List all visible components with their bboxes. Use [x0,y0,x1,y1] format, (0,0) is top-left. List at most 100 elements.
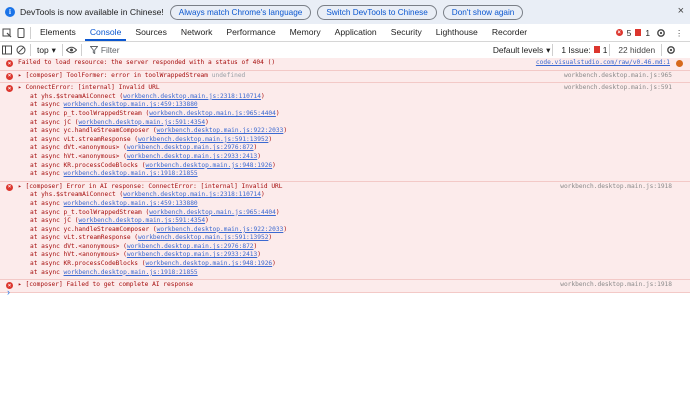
stack-frame: at async p_t.toolWrappedStream (workbenc… [0,209,690,218]
stack-frame-text: at async p_t.toolWrappedStream ( [30,109,150,117]
stack-frame-link[interactable]: workbench.desktop.main.js:1918:21855 [64,269,198,276]
message-source[interactable]: workbench.desktop.main.js:1918 [560,183,672,190]
expand-arrow-icon[interactable]: ▸ [18,281,22,288]
stack-frame: at async hVt.<anonymous> (workbench.desk… [0,153,690,162]
stack-frame-link[interactable]: workbench.desktop.main.js:591:13952 [138,136,268,143]
console-message-ai-response-error: × ▸ [composer] Error in AI response: Con… [0,181,690,281]
stack-frame-text: at async hVt.<anonymous> ( [30,152,127,160]
tab-lighthouse[interactable]: Lighthouse [429,24,485,41]
expand-arrow-icon[interactable]: ▸ [18,183,22,190]
console-prompt-chevron-icon[interactable]: › [7,287,10,297]
stack-frame-link[interactable]: workbench.desktop.main.js:922:2033 [157,226,284,233]
tab-security[interactable]: Security [384,24,429,41]
stack-frame-link[interactable]: workbench.desktop.main.js:948:1926 [145,260,272,267]
context-value: top [37,44,49,55]
message-source[interactable]: workbench.desktop.main.js:591 [564,84,672,91]
filter-input[interactable]: Filter [89,44,485,55]
stack-frame-text: at async dVt.<anonymous> ( [30,144,127,152]
stack-frame-link[interactable]: workbench.desktop.main.js:459:133880 [64,200,198,207]
message-text: [composer] Error in AI response: Connect… [25,182,283,190]
issues-button[interactable]: 1 Issue: 1 [561,45,607,55]
expand-arrow-icon[interactable]: ▸ [18,72,22,79]
stack-frame-text: at async jC ( [30,217,79,225]
stack-frame-text: at async KR.processCodeBlocks ( [30,161,146,169]
stack-frame: at async dVt.<anonymous> (workbench.desk… [0,144,690,153]
tab-performance[interactable]: Performance [219,24,282,41]
stack-frame-link[interactable]: workbench.desktop.main.js:591:4354 [78,217,205,224]
stack-frame: at async workbench.desktop.main.js:459:1… [0,101,690,110]
log-levels-value: Default levels [492,44,544,55]
stack-frame: at async p_t.toolWrappedStream (workbenc… [0,110,690,119]
dont-show-again-button[interactable]: Don't show again [442,4,524,20]
tab-console[interactable]: Console [83,24,129,41]
console-message-404: × Failed to load resource: the server re… [0,58,690,71]
stack-frame-link[interactable]: workbench.desktop.main.js:459:133880 [64,101,198,108]
stack-frame-text: ) [272,161,276,169]
stack-frame-link[interactable]: workbench.desktop.main.js:2933:2413 [127,153,257,160]
toolbar-divider [80,43,82,56]
stack-frame-text: at async [30,199,64,207]
message-source[interactable]: workbench.desktop.main.js:1918 [560,281,672,288]
stack-trace: at yhs.$streamAiConnect (workbench.deskt… [0,191,690,277]
close-icon[interactable]: × [678,5,684,17]
stack-frame: at async KR.processCodeBlocks (workbench… [0,162,690,171]
stack-frame-text: ) [283,127,288,135]
issue-count[interactable]: 1 [645,28,650,38]
console-settings-gear-icon[interactable] [664,43,678,57]
console-messages: × Failed to load resource: the server re… [0,58,690,293]
always-match-language-button[interactable]: Always match Chrome's language [169,4,312,20]
stack-frame-text: ) [205,118,209,126]
live-expression-eye-icon[interactable] [65,43,79,57]
stack-frame: at async vLt.streamResponse (workbench.d… [0,234,690,243]
stack-trace: at yhs.$streamAiConnect (workbench.deskt… [0,93,690,179]
stack-frame-link[interactable]: workbench.desktop.main.js:2976:872 [127,144,254,151]
stack-frame-link[interactable]: workbench.desktop.main.js:591:4354 [78,119,205,126]
stack-frame-link[interactable]: workbench.desktop.main.js:965:4404 [149,209,276,216]
message-source[interactable]: workbench.desktop.main.js:965 [564,72,672,79]
filter-placeholder: Filter [100,44,120,55]
stack-frame-link[interactable]: workbench.desktop.main.js:2976:872 [127,243,254,250]
clear-console-icon[interactable] [14,43,28,57]
sidebar-toggle-icon[interactable] [0,43,14,57]
stack-frame-link[interactable]: workbench.desktop.main.js:2933:2413 [127,251,257,258]
inspect-element-icon[interactable] [0,26,14,40]
stack-frame-link[interactable]: workbench.desktop.main.js:922:2033 [157,127,284,134]
toolbar-divider [661,43,663,56]
tab-memory[interactable]: Memory [283,24,328,41]
tab-recorder[interactable]: Recorder [485,24,534,41]
console-filterbar: top ▾ Filter Default levels ▾ 1 Issue: 1… [0,41,690,59]
stack-frame-text: ) [253,144,258,152]
stack-frame-link[interactable]: workbench.desktop.main.js:591:13952 [138,234,268,241]
toolbar-divider [30,26,31,39]
stack-frame-link[interactable]: workbench.desktop.main.js:1918:21855 [64,170,198,177]
stack-frame-link[interactable]: workbench.desktop.main.js:965:4404 [149,110,276,117]
stack-frame-text: at async yc.handleStreamComposer ( [30,127,157,135]
log-levels-dropdown[interactable]: Default levels ▾ [493,45,551,55]
stack-frame: at async jC (workbench.desktop.main.js:5… [0,217,690,226]
stack-frame-text: ) [268,234,273,242]
stack-frame-text: ) [257,152,261,160]
settings-gear-icon[interactable] [654,26,668,40]
tab-sources[interactable]: Sources [128,24,174,41]
expand-arrow-icon[interactable]: ▸ [18,84,22,91]
header-badges: × 5 1 ⋮ [615,24,686,41]
error-count[interactable]: 5 [627,28,632,38]
stack-frame: at async yc.handleStreamComposer (workbe… [0,226,690,235]
issue-flag-icon [593,46,600,53]
tab-application[interactable]: Application [328,24,384,41]
device-toolbar-icon[interactable] [14,26,28,40]
stack-frame-link[interactable]: workbench.desktop.main.js:948:1926 [145,162,272,169]
tab-network[interactable]: Network [174,24,220,41]
tab-elements[interactable]: Elements [33,24,83,41]
more-options-icon[interactable]: ⋮ [672,26,686,40]
stack-frame-text: ) [268,135,273,143]
context-selector[interactable]: top ▾ [33,45,60,55]
console-message-failed-complete: × ▸ [composer] Failed to get complete AI… [0,280,690,293]
message-source-link[interactable]: code.visualstudio.com/raw/v0.46.md:1 [536,59,670,66]
stack-frame-link[interactable]: workbench.desktop.main.js:2318:110714 [123,191,261,198]
console-message-connecterror: × ▸ ConnectError: [internal] Invalid URL… [0,83,690,182]
stack-frame-link[interactable]: workbench.desktop.main.js:2318:110714 [123,93,261,100]
switch-to-chinese-button[interactable]: Switch DevTools to Chinese [317,4,437,20]
toolbar-divider [552,43,554,56]
message-value: undefined [211,71,246,79]
